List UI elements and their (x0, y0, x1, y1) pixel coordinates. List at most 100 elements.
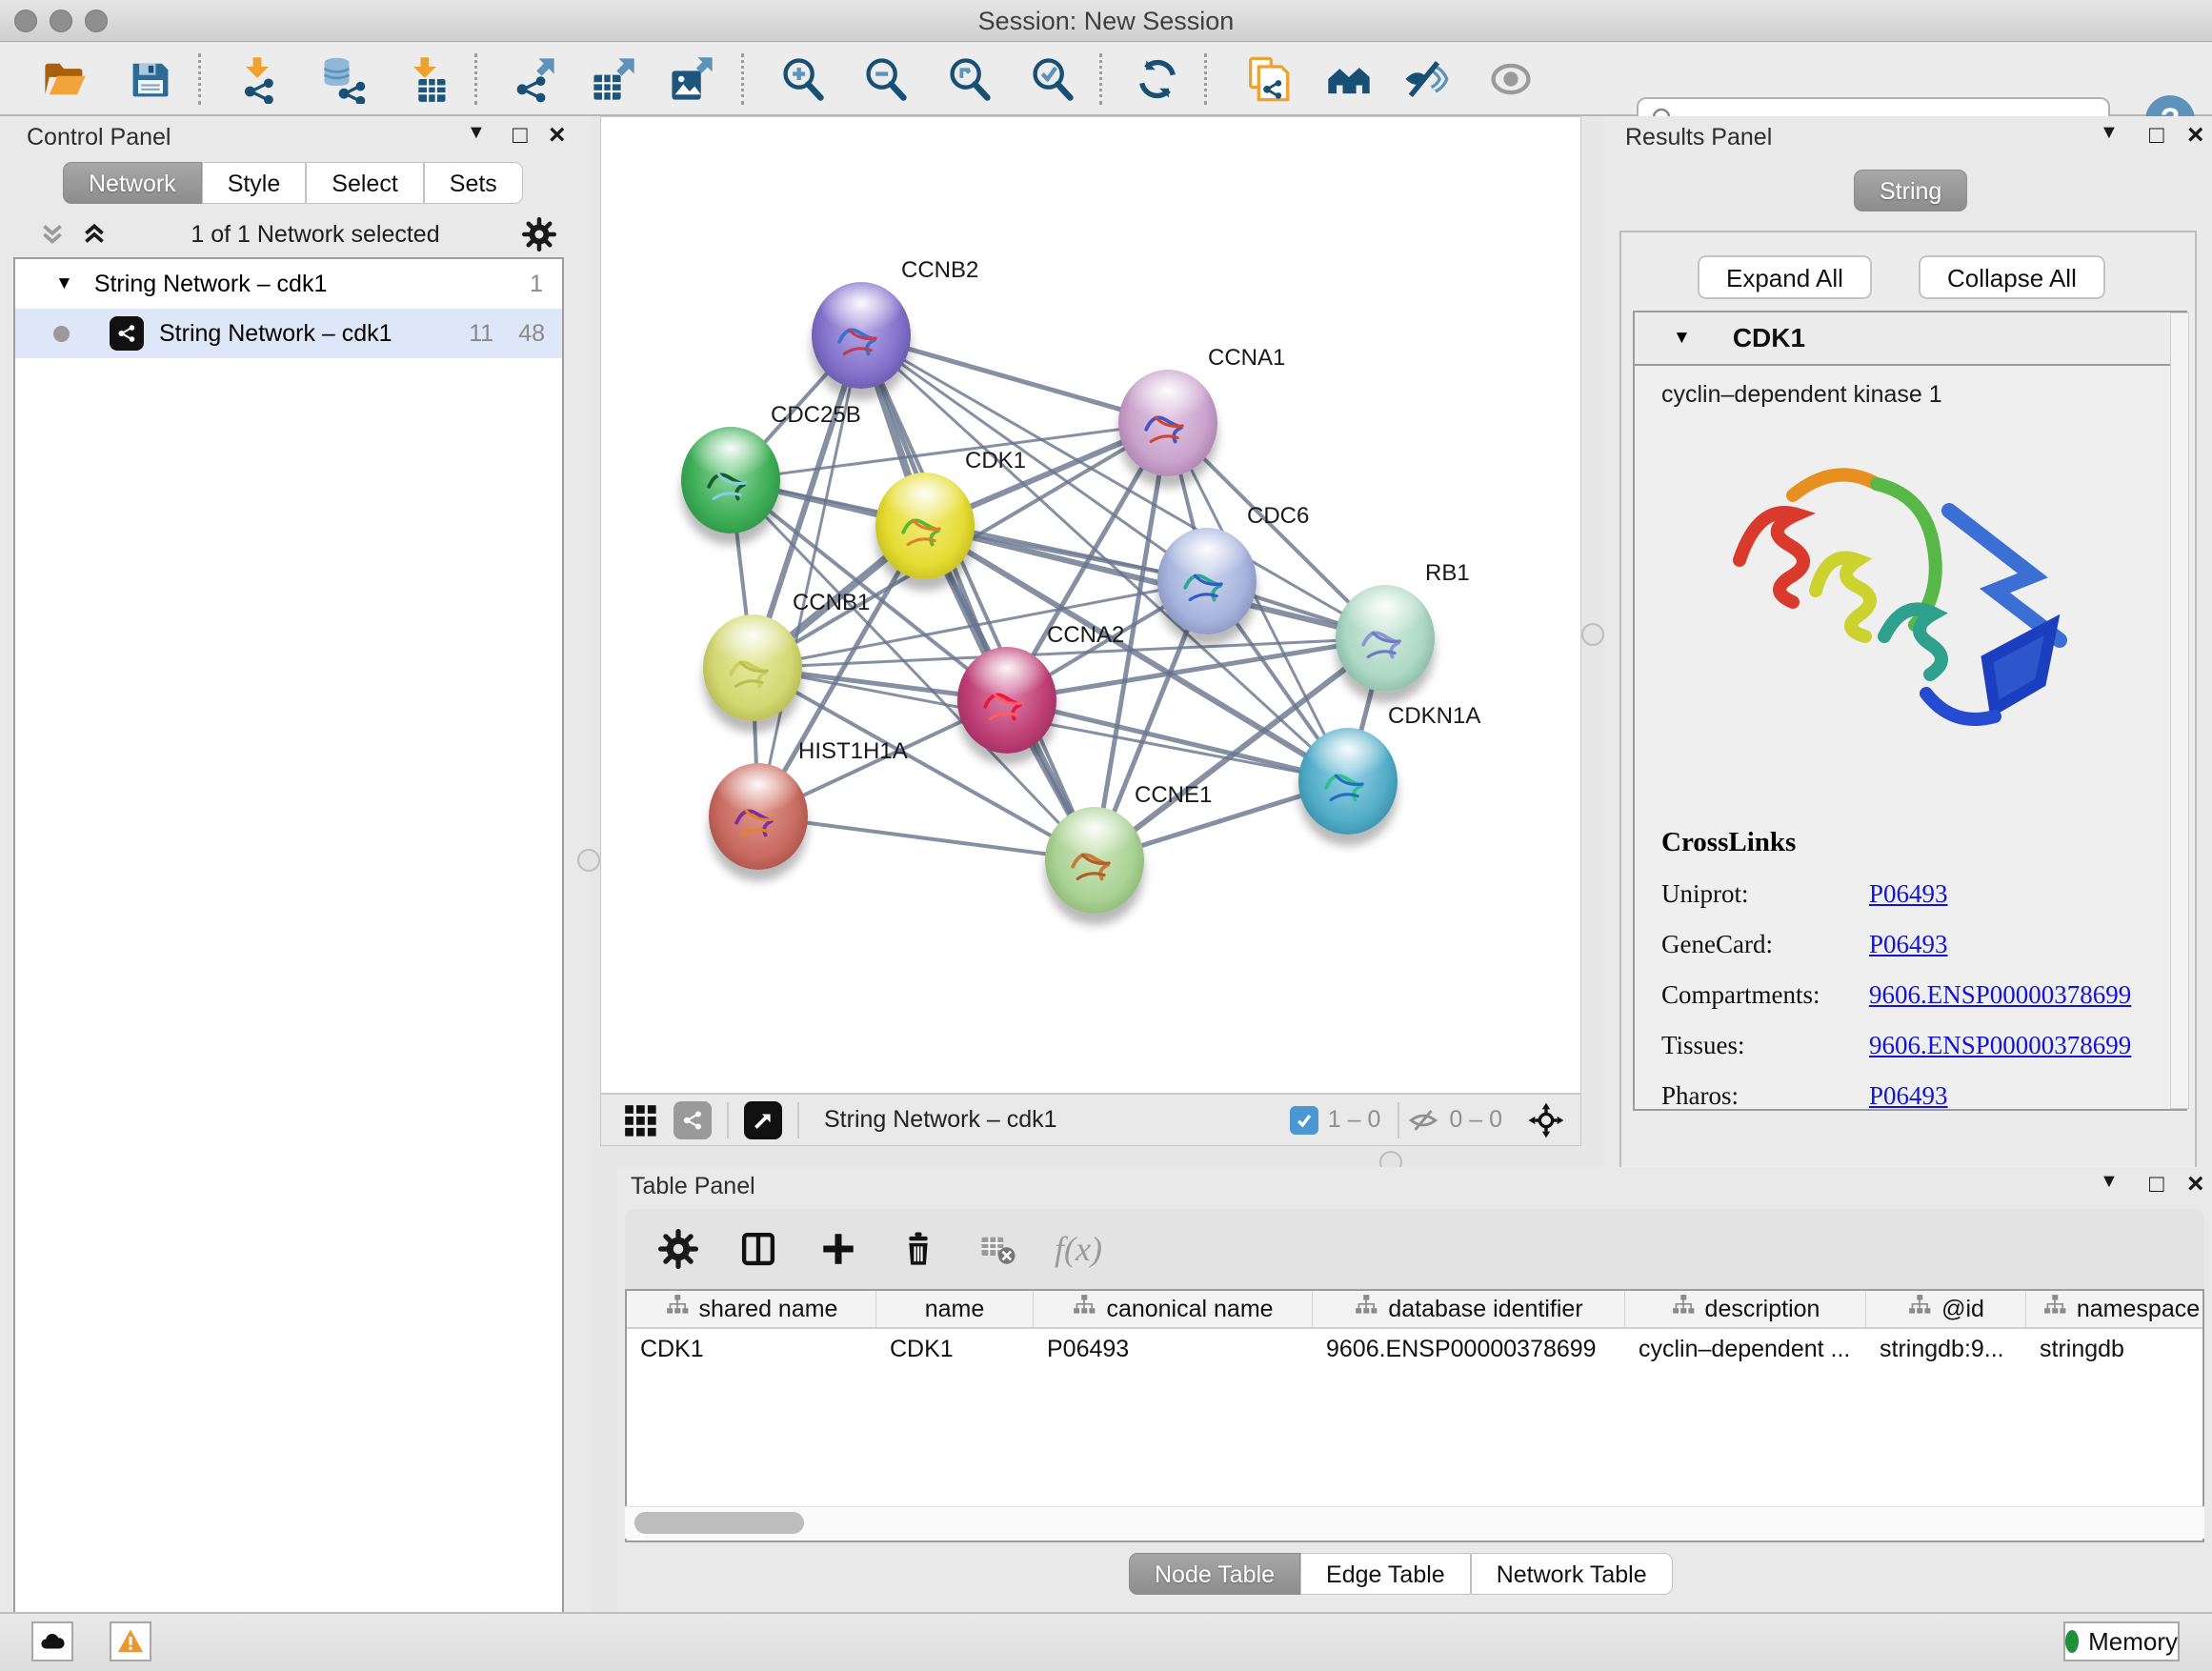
cloud-status-button[interactable] (31, 1621, 73, 1661)
network-options-gear-icon[interactable] (522, 217, 556, 252)
cell-shared-name[interactable]: CDK1 (627, 1329, 876, 1369)
results-scrollbar[interactable] (2170, 312, 2189, 1109)
export-image-icon[interactable] (667, 54, 716, 104)
splitter-handle[interactable] (577, 849, 600, 872)
panel-float-icon[interactable]: □ (2149, 120, 2164, 150)
crosslink-link[interactable]: P06493 (1869, 930, 1948, 959)
tab-select[interactable]: Select (306, 162, 423, 204)
export-table-icon[interactable] (589, 54, 638, 104)
column-header-canonical-name[interactable]: canonical name (1034, 1291, 1313, 1327)
minimize-window-icon[interactable] (50, 10, 72, 32)
gene-header[interactable]: ▼ CDK1 (1635, 312, 2185, 366)
edge-CCNA2-CDKN1A[interactable] (1007, 700, 1348, 781)
panel-float-icon[interactable]: □ (513, 120, 528, 150)
refresh-icon[interactable] (1133, 54, 1182, 104)
import-network-icon[interactable] (232, 54, 282, 104)
table-horizontal-scrollbar[interactable] (625, 1506, 2204, 1539)
node-CDK1[interactable] (875, 473, 975, 579)
crosslink-link[interactable]: 9606.ENSP00000378699 (1869, 1031, 2131, 1060)
node-CDC6[interactable] (1157, 528, 1257, 634)
grid-view-icon[interactable] (622, 1102, 658, 1138)
tab-string[interactable]: String (1854, 170, 1967, 211)
column-header-database-identifier[interactable]: database identifier (1313, 1291, 1625, 1327)
delete-table-icon[interactable] (972, 1222, 1025, 1276)
cell-database-identifier[interactable]: 9606.ENSP00000378699 (1313, 1329, 1625, 1369)
create-column-icon[interactable] (812, 1222, 865, 1276)
node-CCNE1[interactable] (1045, 807, 1144, 914)
column-header-namespace[interactable]: namespace (2026, 1291, 2204, 1327)
scrollbar-thumb[interactable] (634, 1512, 804, 1534)
delete-column-icon[interactable] (892, 1222, 945, 1276)
import-table-icon[interactable] (402, 54, 452, 104)
node-HIST1H1A[interactable] (709, 763, 808, 870)
maximize-window-icon[interactable] (85, 10, 108, 32)
node-CDC25B[interactable] (681, 427, 780, 534)
network-row[interactable]: String Network – cdk1 11 48 (15, 309, 562, 358)
edge-HIST1H1A-CCNE1[interactable] (758, 816, 1095, 860)
crosslink-link[interactable]: 9606.ENSP00000378699 (1869, 980, 2131, 1010)
table-options-gear-icon[interactable] (652, 1222, 705, 1276)
cell-id[interactable]: stringdb:9... (1866, 1329, 2026, 1369)
zoom-in-icon[interactable] (778, 54, 828, 104)
function-builder-icon[interactable]: f(x) (1052, 1222, 1105, 1276)
string-view-icon[interactable] (674, 1101, 712, 1139)
duplicate-network-view-icon[interactable] (1242, 54, 1292, 104)
cell-namespace[interactable]: stringdb (2026, 1329, 2204, 1369)
panel-collapse-icon[interactable]: ▼ (2100, 1171, 2119, 1193)
node-CCNB2[interactable] (812, 282, 911, 389)
fit-content-crosshair-icon[interactable] (1527, 1101, 1565, 1139)
table-row[interactable]: CDK1CDK1P064939606.ENSP00000378699cyclin… (627, 1329, 2202, 1369)
panel-close-icon[interactable]: × (2187, 1168, 2204, 1200)
tab-style[interactable]: Style (202, 162, 307, 204)
tab-sets[interactable]: Sets (424, 162, 523, 204)
export-network-icon[interactable] (509, 54, 558, 104)
memory-button[interactable]: Memory (2063, 1621, 2180, 1661)
zoom-out-icon[interactable] (861, 54, 911, 104)
crosslink-link[interactable]: P06493 (1869, 1081, 1948, 1111)
tab-network[interactable]: Network (63, 162, 202, 204)
warnings-button[interactable] (110, 1621, 151, 1661)
edge-CCNB2-CCNE1[interactable] (861, 335, 1095, 860)
panel-collapse-icon[interactable]: ▼ (2100, 122, 2119, 144)
tab-edge-table[interactable]: Edge Table (1300, 1553, 1471, 1595)
panel-collapse-icon[interactable]: ▼ (467, 122, 486, 144)
hide-style-icon[interactable] (1400, 54, 1450, 104)
column-header-shared-name[interactable]: shared name (627, 1291, 876, 1327)
node-CCNB1[interactable] (703, 614, 802, 721)
expand-all-icon[interactable] (80, 220, 109, 249)
zoom-fit-icon[interactable] (945, 54, 995, 104)
node-CCNA2[interactable] (957, 647, 1056, 754)
birdseye-view-icon[interactable] (744, 1101, 782, 1139)
cell-canonical-name[interactable]: P06493 (1034, 1329, 1313, 1369)
gene-expander-icon[interactable]: ▼ (1673, 328, 1691, 349)
panel-close-icon[interactable]: × (2187, 119, 2204, 151)
expand-all-button[interactable]: Expand All (1698, 255, 1872, 299)
collection-expander-icon[interactable]: ▼ (55, 273, 73, 294)
home-style-icon[interactable] (1324, 54, 1374, 104)
cell-description[interactable]: cyclin–dependent ... (1625, 1329, 1866, 1369)
crosslink-link[interactable]: P06493 (1869, 879, 1948, 909)
selected-checkbox-icon[interactable] (1290, 1106, 1318, 1135)
column-header-id[interactable]: @id (1866, 1291, 2026, 1327)
open-session-icon[interactable] (40, 54, 90, 104)
network-canvas[interactable]: CCNB2CCNA1CDC25BCDK1CDC6RB1CCNB1CCNA2CDK… (600, 116, 1581, 1094)
zoom-selected-icon[interactable] (1028, 54, 1077, 104)
show-columns-icon[interactable] (732, 1222, 785, 1276)
save-session-icon[interactable] (126, 54, 175, 104)
collapse-all-button[interactable]: Collapse All (1919, 255, 2105, 299)
network-collection-row[interactable]: ▼ String Network – cdk1 1 (15, 259, 562, 309)
collapse-all-icon[interactable] (38, 220, 67, 249)
panel-close-icon[interactable]: × (549, 119, 566, 151)
node-CCNA1[interactable] (1118, 370, 1217, 476)
node-RB1[interactable] (1336, 585, 1435, 692)
column-header-description[interactable]: description (1625, 1291, 1866, 1327)
node-CDKN1A[interactable] (1298, 728, 1398, 835)
panel-float-icon[interactable]: □ (2149, 1169, 2164, 1198)
column-header-name[interactable]: name (876, 1291, 1034, 1327)
tab-node-table[interactable]: Node Table (1129, 1553, 1300, 1595)
show-style-preview-icon[interactable] (1486, 54, 1536, 104)
tab-network-table[interactable]: Network Table (1471, 1553, 1673, 1595)
splitter-handle[interactable] (1581, 623, 1604, 646)
close-window-icon[interactable] (14, 10, 37, 32)
cell-name[interactable]: CDK1 (876, 1329, 1034, 1369)
